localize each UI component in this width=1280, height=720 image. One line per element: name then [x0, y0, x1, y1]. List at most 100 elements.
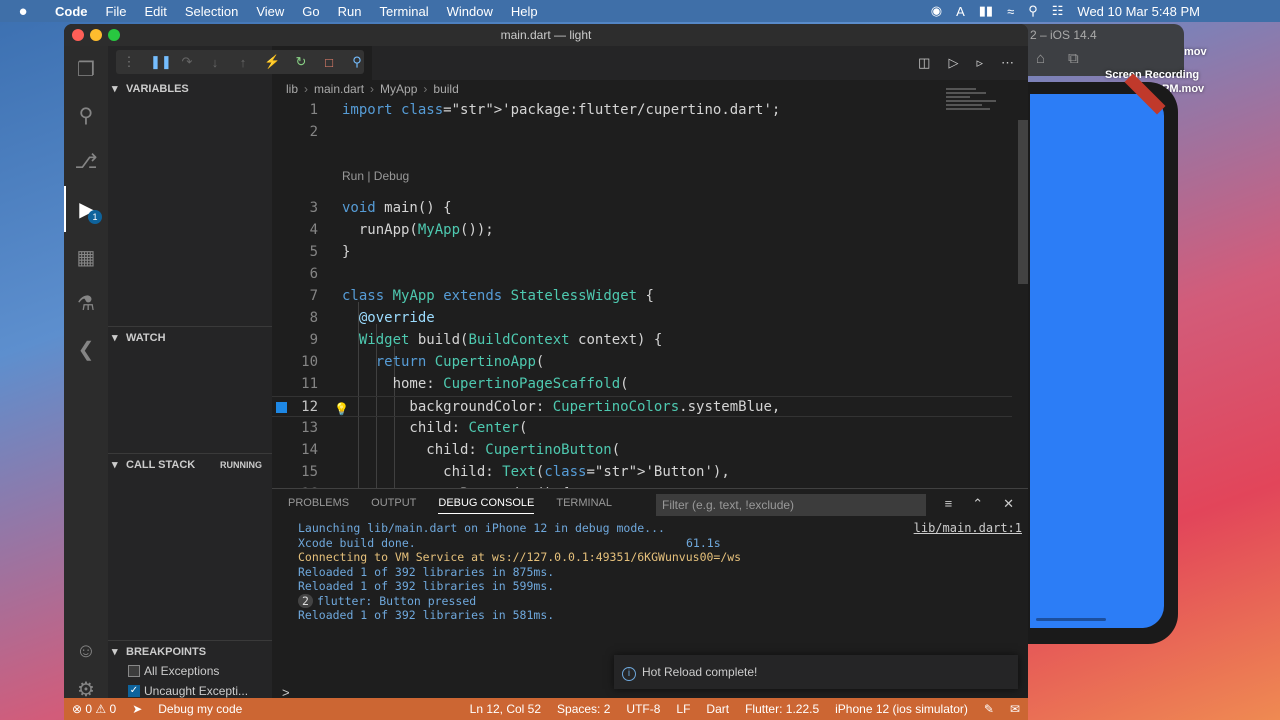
breakpoints-section-header[interactable]: ▾ BREAKPOINTS	[108, 640, 272, 662]
code-line[interactable]: 2	[272, 122, 1012, 143]
problems-indicator[interactable]: ⊗ 0 ⚠ 0	[64, 702, 124, 716]
line-number[interactable]: 5	[272, 242, 318, 263]
breakpoint-marker[interactable]	[276, 402, 287, 413]
line-number[interactable]: 3	[272, 198, 318, 219]
line-number[interactable]: 4	[272, 220, 318, 241]
maximize-panel-icon[interactable]: ⌃	[972, 496, 983, 512]
code-line[interactable]: 14 child: CupertinoButton(	[272, 440, 1012, 461]
menu-edit[interactable]: Edit	[135, 4, 175, 19]
tab-debug-console[interactable]: DEBUG CONSOLE	[438, 497, 535, 514]
breakpoint-item[interactable]: ✓ Uncaught Excepti...	[128, 684, 248, 698]
record-stop-icon[interactable]: ◉	[931, 3, 942, 19]
source-link[interactable]: lib/main.dart:1	[914, 521, 1022, 535]
menu-clock[interactable]: Wed 10 Mar 5:48 PM	[1077, 4, 1200, 19]
step-over-icon[interactable]: ↷	[180, 54, 194, 70]
account-icon[interactable]: ☺	[64, 628, 108, 674]
code-line[interactable]: 10 return CupertinoApp(	[272, 352, 1012, 373]
menu-help[interactable]: Help	[502, 4, 547, 19]
menu-window[interactable]: Window	[438, 4, 502, 19]
input-source-icon[interactable]: A	[956, 4, 965, 19]
zoom-window-button[interactable]	[108, 29, 120, 41]
watch-section-header[interactable]: ▾ WATCH	[108, 326, 272, 348]
flutter-icon[interactable]: ❮	[64, 326, 108, 372]
testing-icon[interactable]: ⚗	[64, 280, 108, 326]
variables-section-header[interactable]: ▾ VARIABLES	[108, 78, 272, 100]
code-line[interactable]: 15 child: Text(class="str">'Button'),	[272, 462, 1012, 483]
home-icon[interactable]: ⌂	[1036, 50, 1045, 67]
code-line[interactable]: 11 home: CupertinoPageScaffold(	[272, 374, 1012, 395]
code-line[interactable]: 7 class MyApp extends StatelessWidget {	[272, 286, 1012, 307]
menu-file[interactable]: File	[97, 4, 136, 19]
device-selector[interactable]: iPhone 12 (ios simulator)	[827, 702, 976, 716]
search-icon[interactable]: ⚲	[64, 92, 108, 138]
minimap[interactable]	[946, 86, 1016, 146]
minimize-window-button[interactable]	[90, 29, 102, 41]
breakpoint-item[interactable]: All Exceptions	[128, 664, 219, 678]
run-icon[interactable]: ▷	[948, 55, 958, 71]
rotate-icon[interactable]: ⧉	[1068, 50, 1079, 67]
wifi-icon[interactable]: ≈	[1007, 4, 1014, 19]
tab-problems[interactable]: PROBLEMS	[288, 497, 349, 514]
restart-icon[interactable]: ↻	[294, 54, 308, 70]
source-control-icon[interactable]: ⎇	[64, 138, 108, 184]
close-panel-icon[interactable]: ✕	[1003, 496, 1014, 512]
codelens-run-debug[interactable]: Run | Debug	[342, 166, 409, 187]
feedback-icon[interactable]: ✎	[976, 702, 1002, 716]
control-center-icon[interactable]: ☷	[1052, 3, 1064, 19]
line-number[interactable]: 7	[272, 286, 318, 307]
step-out-icon[interactable]: ↑	[236, 55, 250, 70]
step-into-icon[interactable]: ↓	[208, 55, 222, 70]
line-number[interactable]: 14	[272, 440, 318, 461]
line-number[interactable]: 8	[272, 308, 318, 329]
desktop-file-label[interactable]: mov	[1184, 46, 1207, 58]
flutter-version[interactable]: Flutter: 1.22.5	[737, 702, 827, 716]
checkbox[interactable]: ✓	[128, 685, 140, 697]
call-stack-section-header[interactable]: ▾ CALL STACK RUNNING	[108, 453, 272, 475]
stop-icon[interactable]: □	[322, 55, 336, 70]
devtools-search-icon[interactable]: ⚲	[350, 54, 364, 70]
breadcrumb-item[interactable]: lib	[286, 82, 298, 96]
breadcrumb-item[interactable]: MyApp	[380, 82, 417, 96]
code-line[interactable]: 3 void main() {	[272, 198, 1012, 219]
simulator-screen[interactable]	[1030, 94, 1164, 628]
menu-app-code[interactable]: Code	[46, 4, 97, 19]
code-line[interactable]: 8 @override	[272, 308, 1012, 329]
line-number[interactable]: 9	[272, 330, 318, 351]
notifications-icon[interactable]: ✉	[1002, 702, 1028, 716]
console-filter-input[interactable]: Filter (e.g. text, !exclude)	[656, 494, 926, 516]
debug-run-icon[interactable]: ▹	[976, 55, 983, 71]
notification-toast[interactable]: i Hot Reload complete!	[614, 655, 1018, 689]
indentation[interactable]: Spaces: 2	[549, 702, 618, 716]
launch-config[interactable]: Debug my code	[150, 702, 250, 716]
line-number[interactable]: 6	[272, 264, 318, 285]
tab-terminal[interactable]: TERMINAL	[556, 497, 612, 514]
tab-output[interactable]: OUTPUT	[371, 497, 416, 514]
code-line[interactable]: 9 Widget build(BuildContext context) {	[272, 330, 1012, 351]
pause-icon[interactable]: ❚❚	[150, 54, 172, 70]
menu-go[interactable]: Go	[293, 4, 328, 19]
battery-icon[interactable]: ▮▮	[979, 3, 993, 19]
search-icon[interactable]: ⚲	[1028, 3, 1038, 19]
clear-console-icon[interactable]: ≡	[945, 496, 953, 512]
breadcrumb-item[interactable]: main.dart	[314, 82, 364, 96]
cursor-position[interactable]: Ln 12, Col 52	[462, 702, 549, 716]
menu-selection[interactable]: Selection	[176, 4, 247, 19]
hot-reload-icon[interactable]: ⚡	[264, 54, 280, 70]
desktop-file-label[interactable]: Screen Recording	[1105, 69, 1199, 81]
code-line[interactable]: 13 child: Center(	[272, 418, 1012, 439]
apple-menu-icon[interactable]: ●	[0, 3, 46, 20]
line-number[interactable]: 2	[272, 122, 318, 143]
encoding[interactable]: UTF-8	[618, 702, 668, 716]
menu-terminal[interactable]: Terminal	[371, 4, 438, 19]
line-number[interactable]: 13	[272, 418, 318, 439]
breadcrumb-item[interactable]: build	[433, 82, 458, 96]
explorer-icon[interactable]: ❐	[64, 46, 108, 92]
code-line[interactable]: 6	[272, 264, 1012, 285]
code-line[interactable]: 4 runApp(MyApp());	[272, 220, 1012, 241]
language-mode[interactable]: Dart	[698, 702, 737, 716]
drag-handle-icon[interactable]: ⋮	[122, 54, 136, 70]
editor-scrollbar[interactable]	[1018, 120, 1028, 284]
extensions-icon[interactable]: ▦	[64, 234, 108, 280]
line-number[interactable]: 10	[272, 352, 318, 373]
code-line[interactable]: 1 import class="str">'package:flutter/cup…	[272, 100, 1012, 121]
